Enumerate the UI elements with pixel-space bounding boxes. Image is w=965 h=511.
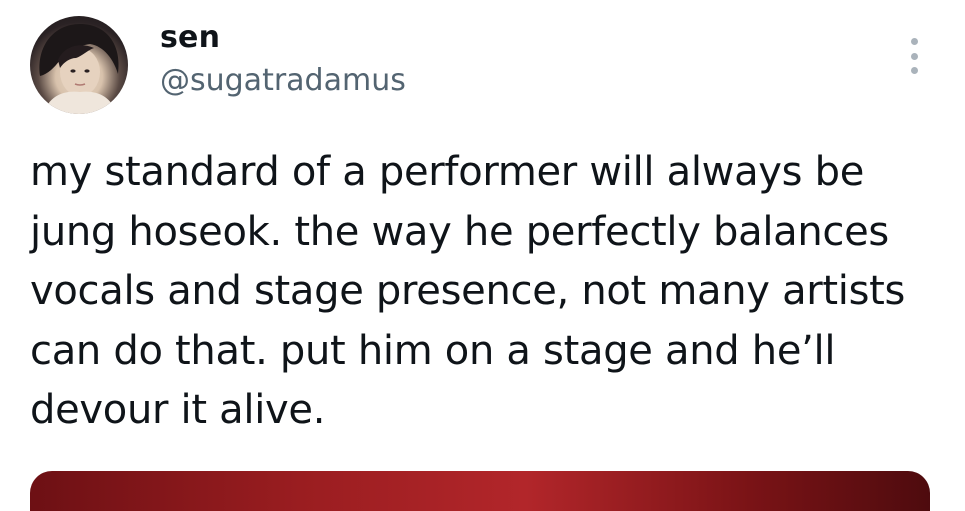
more-vertical-icon [910,38,918,45]
avatar[interactable] [30,16,128,114]
more-vertical-icon [910,67,918,74]
more-options-button[interactable] [900,38,928,74]
tweet-media-image[interactable] [30,471,930,511]
more-vertical-icon [910,52,918,60]
tweet-card: sen @sugatradamus my standard of a perfo… [0,0,965,511]
tweet-text: my standard of a performer will always b… [30,149,906,433]
author-display-name[interactable]: sen [160,20,220,56]
profile-photo-image [39,24,119,114]
author-handle[interactable]: @sugatradamus [160,63,406,99]
